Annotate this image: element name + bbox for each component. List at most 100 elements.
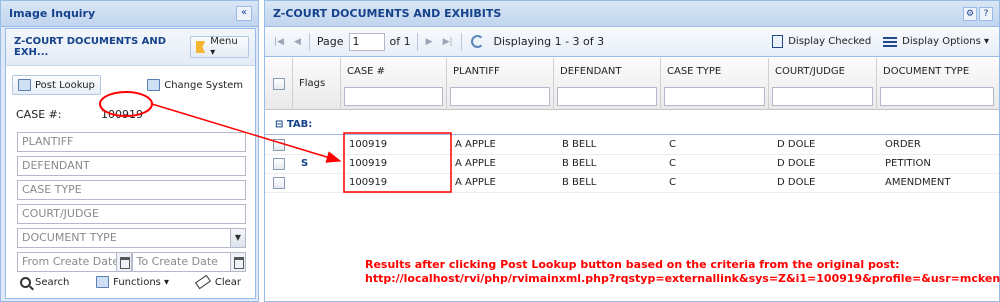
toolbar-separator bbox=[416, 32, 418, 51]
first-page-icon[interactable]: |◀ bbox=[274, 37, 284, 47]
row-defendant: B BELL bbox=[562, 177, 597, 188]
row-case: 100919 bbox=[349, 177, 388, 188]
help-icon[interactable]: ? bbox=[979, 7, 993, 21]
search-label: Search bbox=[35, 276, 70, 288]
collapse-panel-button[interactable]: « bbox=[236, 6, 252, 21]
eraser-icon bbox=[194, 274, 211, 290]
row-case-type: C bbox=[669, 139, 676, 150]
display-options-button[interactable]: Display Options ▾ bbox=[877, 32, 995, 52]
row-document-type: PETITION bbox=[885, 158, 931, 169]
change-system-button[interactable]: Change System bbox=[141, 75, 249, 95]
row-plantiff: A APPLE bbox=[455, 158, 496, 169]
from-create-date-placeholder: From Create Date bbox=[22, 255, 120, 268]
row-checkbox[interactable] bbox=[273, 139, 285, 151]
grid-header: Flags CASE # PLANTIFF DEFENDANT CASE TYP… bbox=[265, 58, 999, 110]
row-defendant: B BELL bbox=[562, 139, 597, 150]
court-judge-field[interactable]: COURT/JUDGE bbox=[17, 204, 246, 224]
date-range-row: From Create Date To Create Date bbox=[17, 252, 246, 272]
annotation-line-1: Results after clicking Post Lookup butto… bbox=[365, 258, 900, 271]
case-value[interactable]: 100919 bbox=[101, 108, 143, 121]
document-type-header-label: DOCUMENT TYPE bbox=[883, 66, 970, 77]
row-plantiff: A APPLE bbox=[455, 139, 496, 150]
post-lookup-button[interactable]: Post Lookup bbox=[12, 75, 101, 95]
image-inquiry-panel: Image Inquiry « Z-COURT DOCUMENTS AND EX… bbox=[0, 0, 259, 302]
calendar-icon[interactable] bbox=[230, 253, 245, 271]
document-type-placeholder: DOCUMENT TYPE bbox=[22, 231, 117, 244]
row-case-type: C bbox=[669, 177, 676, 188]
table-row[interactable]: S 100919 A APPLE B BELL C D DOLE PETITIO… bbox=[265, 155, 999, 174]
plantiff-field[interactable]: PLANTIFF bbox=[17, 132, 246, 152]
case-column-header[interactable]: CASE # bbox=[341, 58, 447, 110]
settings-icon[interactable]: ⚙ bbox=[963, 7, 977, 21]
court-judge-filter-input[interactable] bbox=[772, 87, 873, 106]
display-checked-button[interactable]: Display Checked bbox=[766, 32, 877, 52]
last-page-icon[interactable]: ▶| bbox=[443, 37, 453, 47]
row-flag: S bbox=[301, 158, 309, 169]
page-input[interactable]: 1 bbox=[348, 32, 385, 51]
select-all-checkbox[interactable] bbox=[273, 78, 285, 90]
left-panel-body: Z-COURT DOCUMENTS AND EXH... Menu ▾ Post… bbox=[5, 28, 256, 299]
row-plantiff: A APPLE bbox=[455, 177, 496, 188]
refresh-icon[interactable] bbox=[470, 35, 484, 48]
module-bar: Z-COURT DOCUMENTS AND EXH... Menu ▾ bbox=[6, 29, 255, 66]
document-icon bbox=[772, 35, 784, 48]
flag-icon bbox=[196, 41, 206, 53]
chevron-down-icon[interactable]: ▼ bbox=[230, 229, 245, 247]
defendant-header-label: DEFENDANT bbox=[560, 66, 622, 77]
plantiff-header-label: PLANTIFF bbox=[453, 66, 500, 77]
case-type-filter-input[interactable] bbox=[664, 87, 765, 106]
row-case: 100919 bbox=[349, 139, 388, 150]
menu-button[interactable]: Menu ▾ bbox=[190, 36, 249, 58]
module-title: Z-COURT DOCUMENTS AND EXH... bbox=[14, 36, 167, 58]
red-annotation-text: Results after clicking Post Lookup butto… bbox=[365, 258, 1000, 286]
prev-page-icon[interactable]: ◀ bbox=[294, 37, 301, 47]
defendant-field[interactable]: DEFENDANT bbox=[17, 156, 246, 176]
document-type-column-header[interactable]: DOCUMENT TYPE bbox=[877, 58, 999, 110]
flags-column-header[interactable]: Flags bbox=[293, 58, 341, 110]
row-defendant: B BELL bbox=[562, 158, 597, 169]
paging-toolbar: |◀ ◀ Page 1 of 1 ▶ ▶| Displaying 1 - 3 o… bbox=[265, 27, 999, 57]
to-create-date-field[interactable]: To Create Date bbox=[131, 252, 246, 272]
calendar-icon[interactable] bbox=[115, 253, 131, 271]
court-judge-column-header[interactable]: COURT/JUDGE bbox=[769, 58, 877, 110]
case-type-header-label: CASE TYPE bbox=[667, 66, 722, 77]
case-type-field[interactable]: CASE TYPE bbox=[17, 180, 246, 200]
case-header-label: CASE # bbox=[347, 66, 386, 77]
row-case: 100919 bbox=[349, 158, 388, 169]
action-row: Post Lookup Change System bbox=[6, 66, 255, 100]
defendant-filter-input[interactable] bbox=[557, 87, 657, 106]
plantiff-filter-input[interactable] bbox=[450, 87, 550, 106]
left-panel-title: Image Inquiry bbox=[9, 7, 96, 20]
clear-label: Clear bbox=[214, 276, 241, 288]
case-type-column-header[interactable]: CASE TYPE bbox=[661, 58, 769, 110]
next-page-icon[interactable]: ▶ bbox=[426, 37, 433, 47]
table-row[interactable]: 100919 A APPLE B BELL C D DOLE AMENDMENT bbox=[265, 174, 999, 193]
functions-button[interactable]: Functions ▾ bbox=[90, 272, 175, 292]
clear-button[interactable]: Clear bbox=[190, 272, 247, 292]
display-checked-label: Display Checked bbox=[788, 36, 872, 47]
case-filter-input[interactable] bbox=[344, 87, 443, 106]
of-pages-label: of 1 bbox=[389, 35, 411, 48]
document-type-select[interactable]: DOCUMENT TYPE ▼ bbox=[17, 228, 246, 248]
row-case-type: C bbox=[669, 158, 676, 169]
plantiff-column-header[interactable]: PLANTIFF bbox=[447, 58, 554, 110]
left-panel-header: Image Inquiry « bbox=[1, 1, 258, 27]
select-all-column bbox=[265, 58, 293, 110]
row-document-type: ORDER bbox=[885, 139, 921, 150]
search-button[interactable]: Search bbox=[14, 272, 75, 292]
from-create-date-field[interactable]: From Create Date bbox=[17, 252, 132, 272]
row-document-type: AMENDMENT bbox=[885, 177, 951, 188]
display-options-label: Display Options ▾ bbox=[902, 36, 989, 47]
row-checkbox[interactable] bbox=[273, 158, 285, 170]
page-label: Page bbox=[316, 35, 344, 48]
monitor-icon bbox=[147, 79, 161, 91]
flags-header-label: Flags bbox=[299, 78, 326, 89]
document-type-filter-input[interactable] bbox=[880, 87, 994, 106]
row-checkbox[interactable] bbox=[273, 177, 285, 189]
functions-icon bbox=[96, 276, 110, 288]
toolbar-separator bbox=[460, 32, 462, 51]
table-row[interactable]: 100919 A APPLE B BELL C D DOLE ORDER bbox=[265, 136, 999, 155]
defendant-column-header[interactable]: DEFENDANT bbox=[554, 58, 661, 110]
group-row-tab[interactable]: ⊟ TAB: bbox=[265, 115, 999, 135]
right-panel-title: Z-COURT DOCUMENTS AND EXHIBITS bbox=[273, 7, 502, 20]
